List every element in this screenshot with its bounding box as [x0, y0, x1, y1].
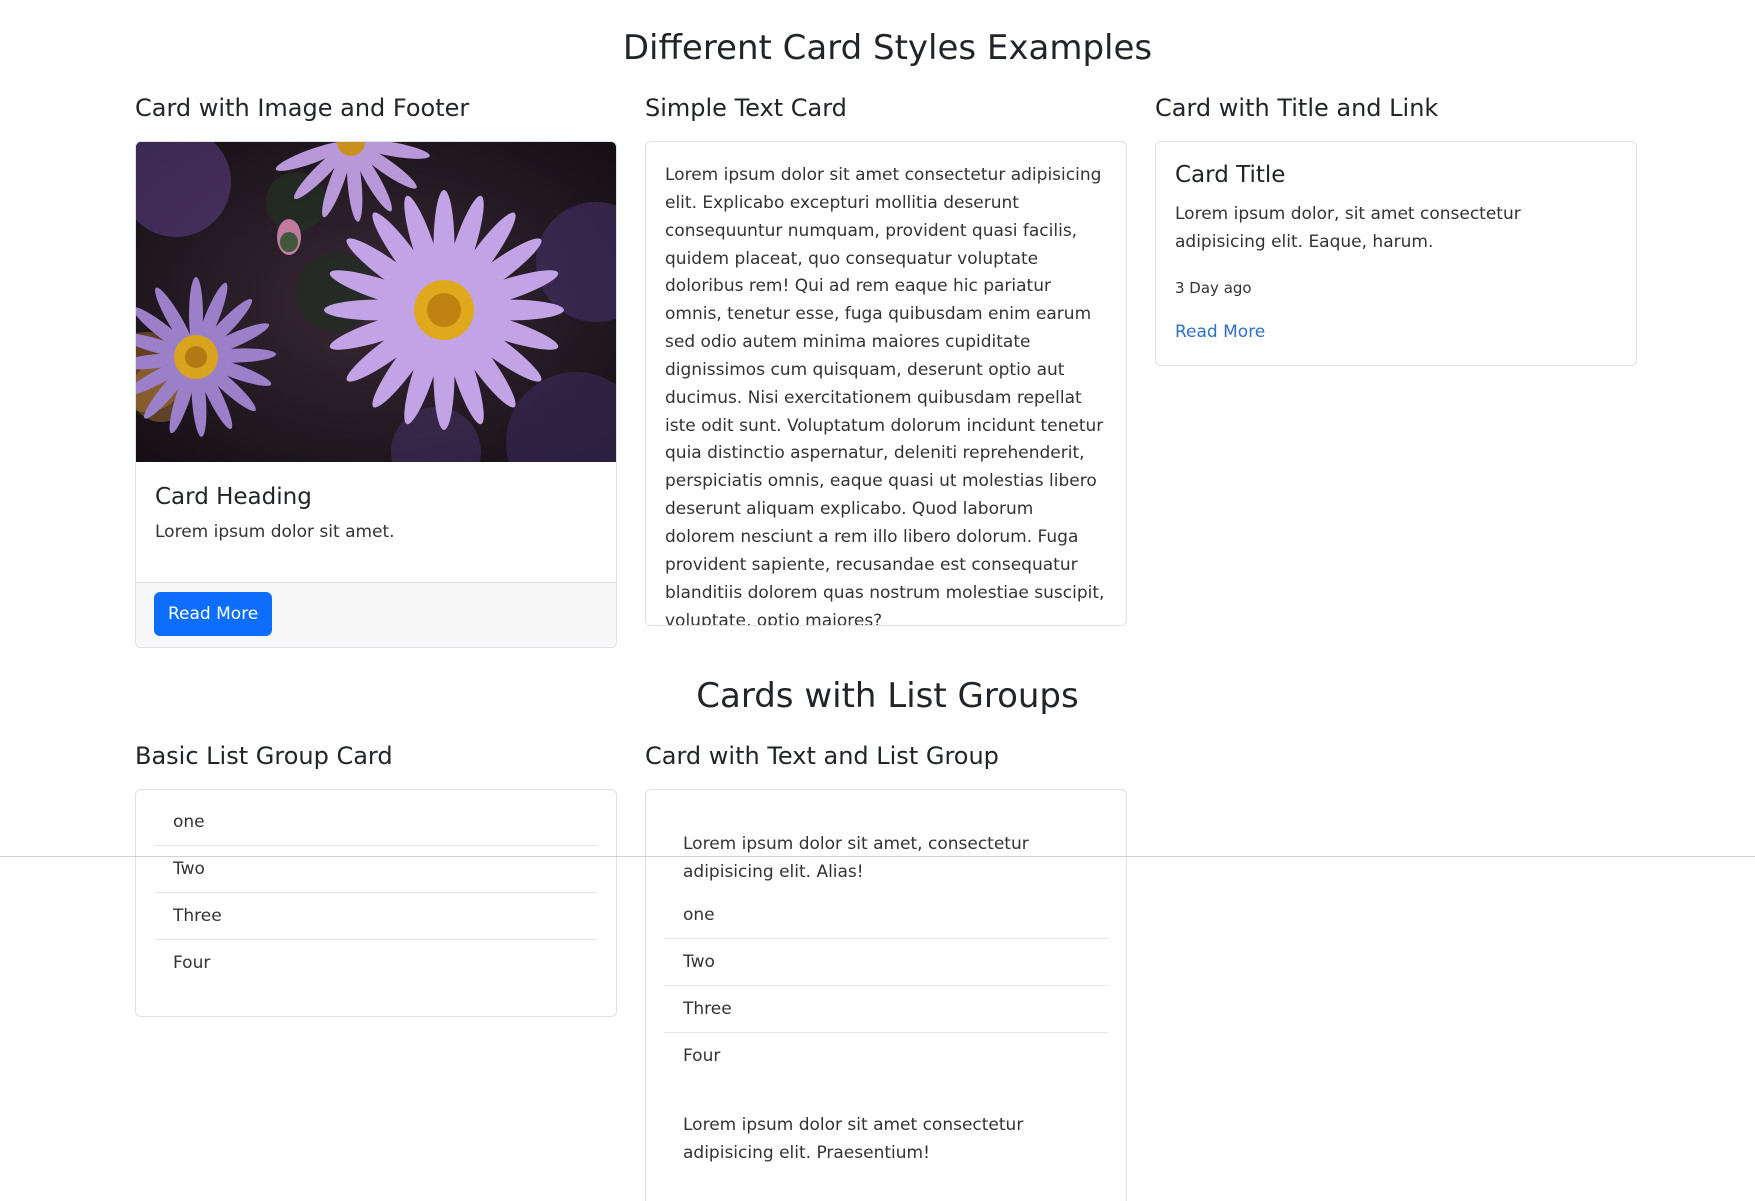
list-item[interactable]: Two — [664, 939, 1108, 986]
list-item[interactable]: Two — [154, 846, 598, 893]
list-item[interactable]: one — [664, 892, 1108, 939]
card-text: Lorem ipsum dolor, sit amet consectetur … — [1175, 204, 1521, 252]
list-item[interactable]: Four — [664, 1033, 1108, 1080]
list-item[interactable]: Three — [154, 893, 598, 940]
card-heading: Card Heading — [155, 484, 312, 510]
card-top-text: Lorem ipsum dolor sit amet, consectetur … — [683, 834, 1029, 882]
text-list-card: Lorem ipsum dolor sit amet, consectetur … — [645, 789, 1127, 1201]
image-footer-card: Card Heading Lorem ipsum dolor sit amet.… — [135, 141, 617, 648]
text-list-card-heading: Card with Text and List Group — [645, 742, 999, 770]
card-timestamp: 3 Day ago — [1175, 279, 1252, 297]
page-title: Different Card Styles Examples — [622, 28, 1153, 68]
list-item[interactable]: Three — [664, 986, 1108, 1033]
title-link-card: Card Title Lorem ipsum dolor, sit amet c… — [1155, 141, 1637, 366]
card-bottom-text: Lorem ipsum dolor sit amet consectetur a… — [683, 1115, 1024, 1163]
title-link-card-heading: Card with Title and Link — [1155, 94, 1439, 122]
basic-list-card-heading: Basic List Group Card — [135, 742, 393, 770]
card-footer: Read More — [136, 582, 616, 647]
flower-image — [136, 142, 616, 462]
read-more-button[interactable]: Read More — [154, 592, 273, 636]
simple-text-card: Lorem ipsum dolor sit amet consectetur a… — [645, 141, 1127, 626]
read-more-link[interactable]: Read More — [1175, 322, 1265, 342]
card-title: Card Title — [1175, 162, 1286, 188]
horizontal-divider — [0, 856, 1755, 857]
section-title-list-groups: Cards with List Groups — [696, 676, 1079, 716]
list-group: one Two Three Four — [664, 892, 1108, 1080]
list-item[interactable]: Four — [154, 940, 598, 987]
card-body-text: Lorem ipsum dolor sit amet consectetur a… — [665, 165, 1105, 626]
basic-list-card: one Two Three Four — [135, 789, 617, 1017]
card-text: Lorem ipsum dolor sit amet. — [155, 522, 395, 542]
list-item[interactable]: one — [154, 799, 598, 846]
card-image-footer-heading: Card with Image and Footer — [135, 94, 470, 122]
list-group: one Two Three Four — [154, 799, 598, 987]
simple-text-card-heading: Simple Text Card — [645, 94, 847, 122]
